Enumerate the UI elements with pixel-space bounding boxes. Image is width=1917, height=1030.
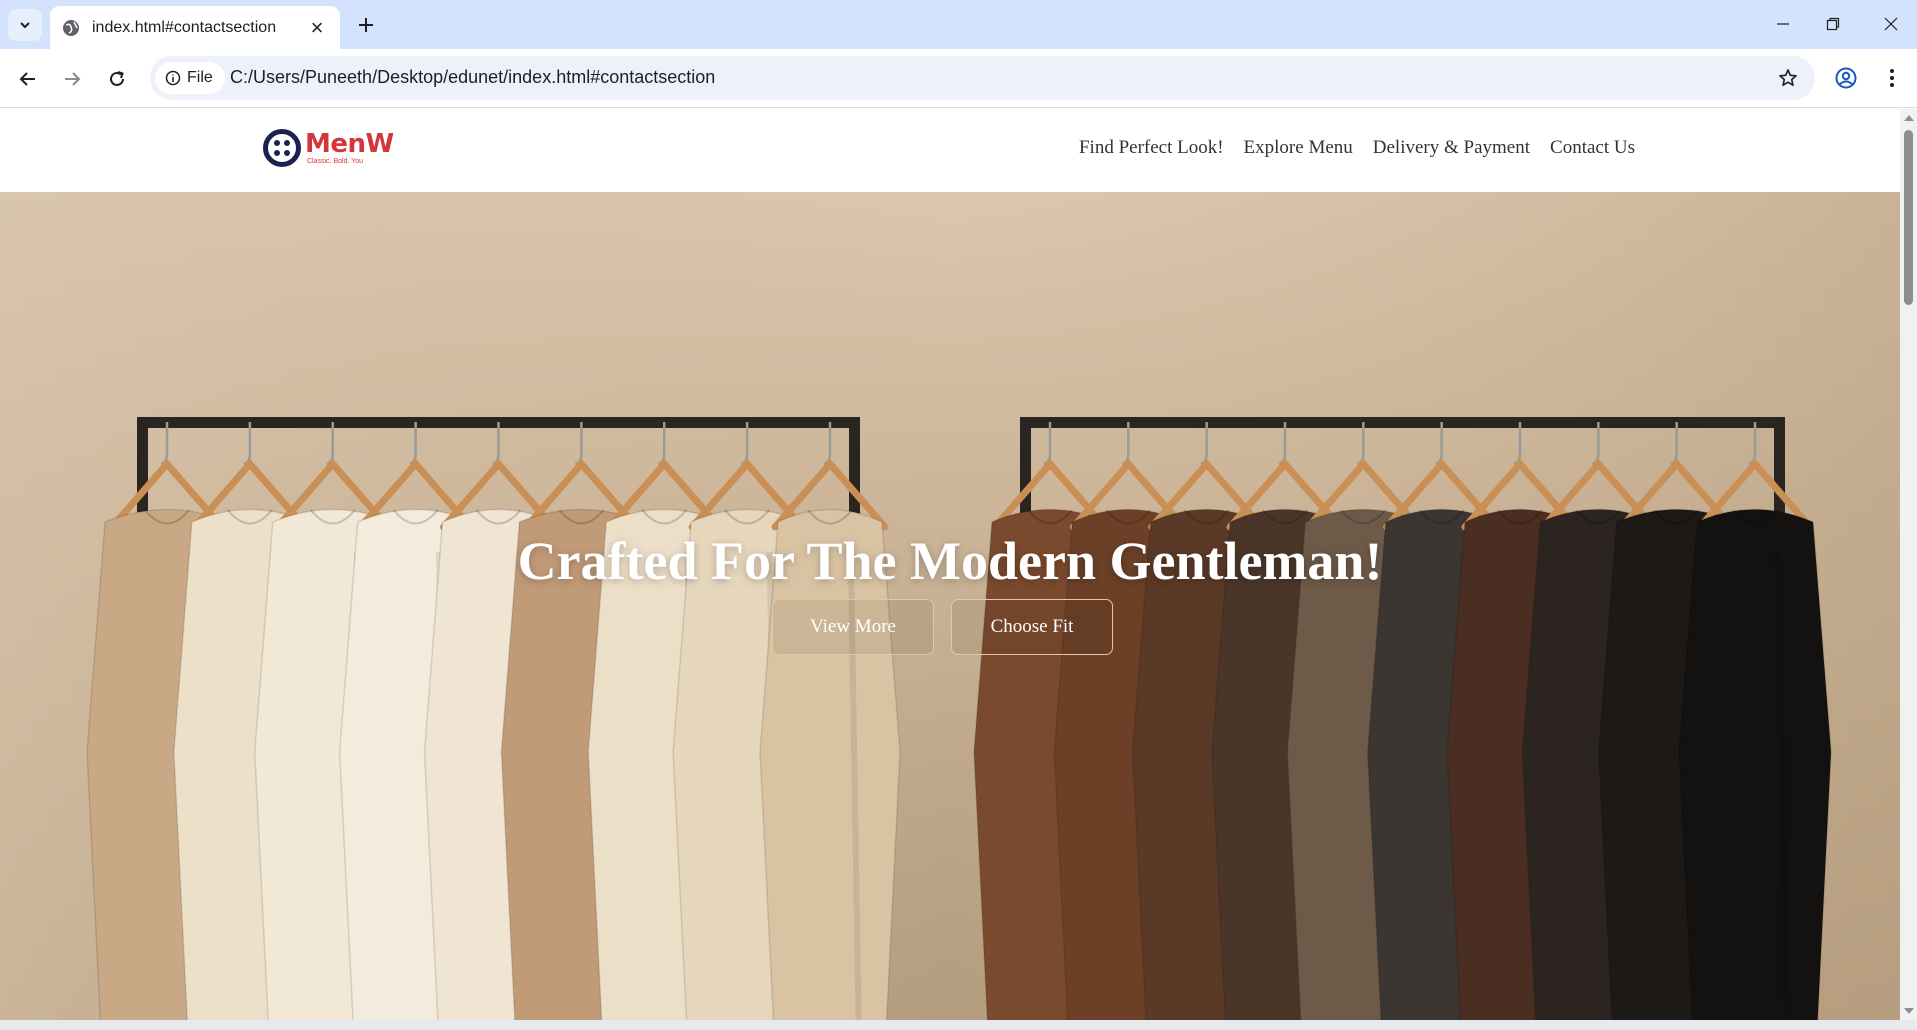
tab-title: index.html#contactsection	[92, 18, 277, 36]
profile-button[interactable]	[1830, 62, 1862, 94]
nav-link-contact-us[interactable]: Contact Us	[1550, 137, 1635, 159]
url-text[interactable]: C:/Users/Puneeth/Desktop/edunet/index.ht…	[230, 67, 715, 88]
page-viewport: MenW Classic. Bold. You Find Perfect Loo…	[0, 109, 1900, 1020]
tab-search-button[interactable]	[8, 9, 42, 41]
forward-button[interactable]	[56, 63, 88, 95]
taskbar-strip	[0, 1020, 1917, 1030]
hero-title: Crafted For The Modern Gentleman!	[517, 531, 1383, 591]
forward-arrow-icon	[65, 72, 81, 86]
site-info-chip[interactable]: File	[155, 62, 225, 94]
back-button[interactable]	[12, 63, 44, 95]
chevron-down-icon	[20, 22, 30, 29]
address-bar[interactable]: File C:/Users/Puneeth/Desktop/edunet/ind…	[150, 56, 1815, 100]
site-logo[interactable]: MenW Classic. Bold. You	[263, 129, 394, 167]
nav-link-delivery-payment[interactable]: Delivery & Payment	[1373, 137, 1530, 159]
logo-name: MenW	[305, 129, 394, 159]
new-tab-button[interactable]	[352, 11, 380, 39]
reload-button[interactable]	[101, 63, 133, 95]
browser-toolbar: File C:/Users/Puneeth/Desktop/edunet/ind…	[0, 49, 1917, 108]
logo-tagline: Classic. Bold. You	[307, 158, 364, 165]
site-header: MenW Classic. Bold. You Find Perfect Loo…	[0, 109, 1900, 192]
minimize-button[interactable]	[1760, 6, 1806, 42]
hero-buttons: View More Choose Fit	[772, 599, 1113, 655]
profile-icon	[1835, 67, 1857, 89]
more-vert-icon	[1890, 69, 1894, 87]
reload-icon	[110, 71, 124, 86]
view-more-button[interactable]: View More	[772, 599, 934, 655]
minimize-icon	[1777, 23, 1789, 25]
choose-fit-button[interactable]: Choose Fit	[951, 599, 1113, 655]
info-icon	[165, 70, 181, 86]
nav-link-find-perfect-look[interactable]: Find Perfect Look!	[1079, 137, 1224, 159]
plus-icon	[359, 18, 373, 32]
page-scrollbar[interactable]	[1900, 109, 1917, 1020]
scroll-thumb[interactable]	[1904, 130, 1913, 305]
close-icon[interactable]: ×	[306, 15, 328, 40]
button-logo-icon	[263, 129, 301, 167]
main-nav: Find Perfect Look! Explore Menu Delivery…	[1079, 137, 1635, 159]
site-info-label: File	[187, 69, 213, 86]
hero-section: Crafted For The Modern Gentleman! View M…	[0, 192, 1900, 1020]
bookmark-button[interactable]	[1776, 66, 1800, 90]
browser-tab-bar: index.html#contactsection ×	[0, 0, 1917, 49]
nav-link-explore-menu[interactable]: Explore Menu	[1244, 137, 1353, 159]
scroll-up-icon[interactable]	[1904, 115, 1914, 121]
scroll-down-icon[interactable]	[1904, 1008, 1914, 1014]
browser-menu-button[interactable]	[1876, 62, 1908, 94]
window-close-button[interactable]	[1868, 6, 1914, 42]
restore-button[interactable]	[1810, 6, 1856, 42]
star-icon	[1779, 69, 1797, 86]
restore-icon	[1826, 17, 1840, 31]
back-arrow-icon	[19, 72, 35, 86]
globe-icon	[62, 19, 80, 37]
browser-tab[interactable]: index.html#contactsection ×	[50, 6, 340, 49]
window-close-icon	[1884, 17, 1898, 31]
